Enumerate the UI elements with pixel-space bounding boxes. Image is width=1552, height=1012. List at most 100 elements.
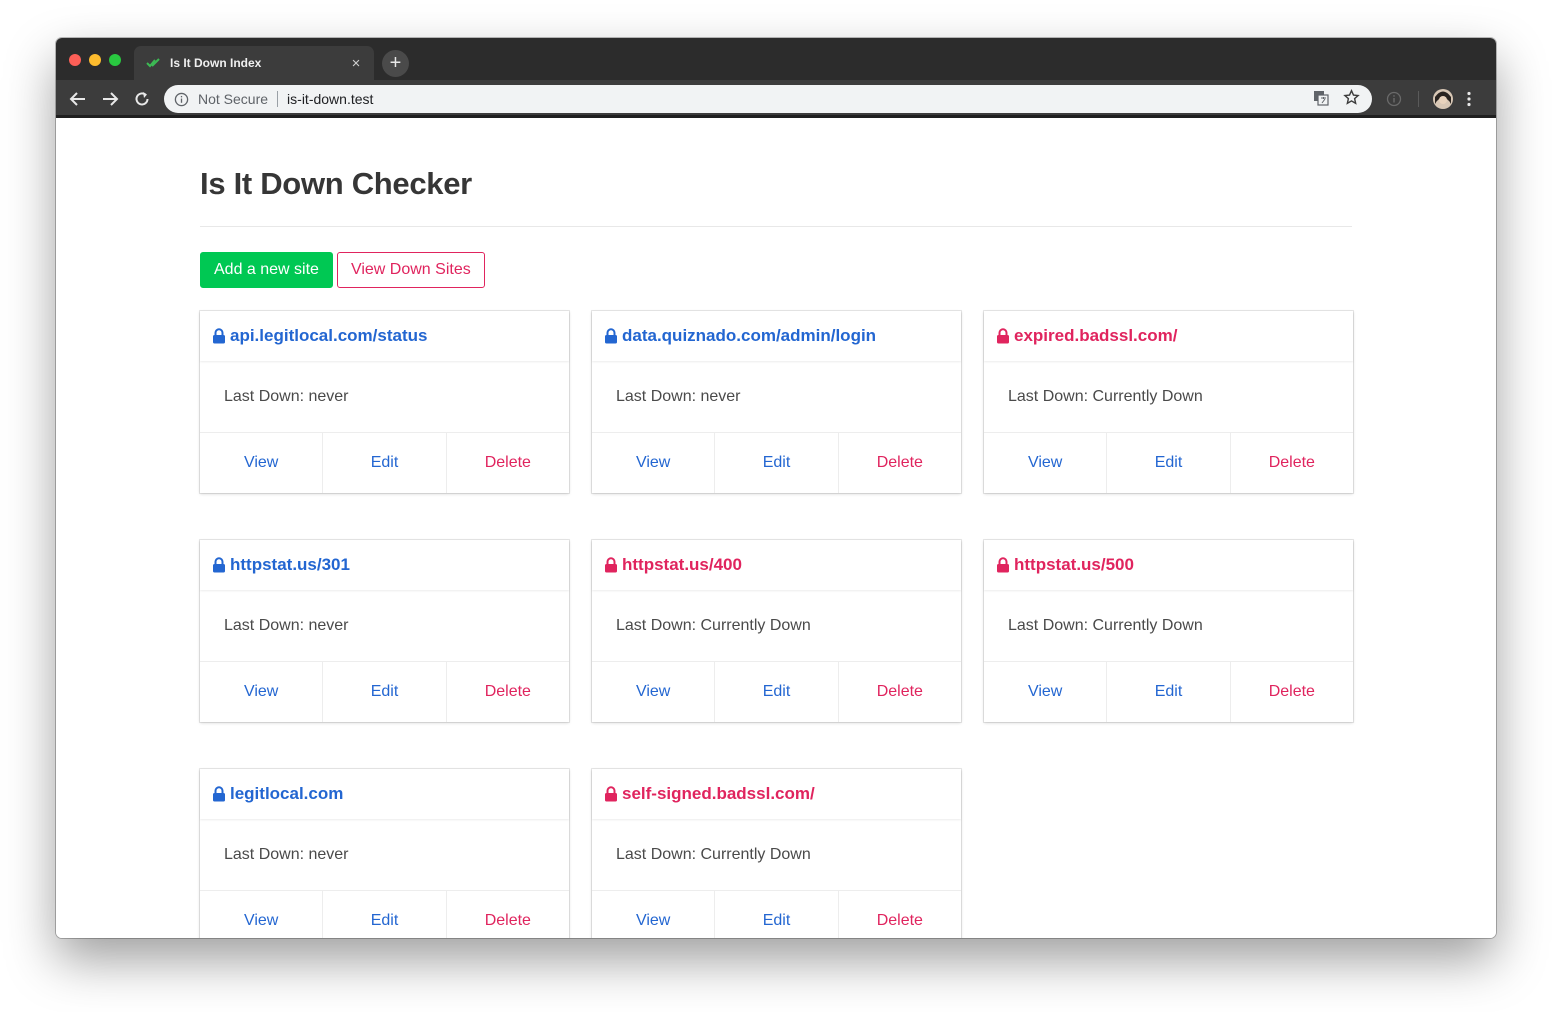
last-down-text: Last Down: Currently Down bbox=[616, 616, 811, 634]
site-url-link[interactable]: data.quiznado.com/admin/login bbox=[622, 326, 876, 346]
security-label: Not Secure bbox=[198, 91, 269, 107]
add-site-button[interactable]: Add a new site bbox=[200, 252, 333, 288]
tab-bar: Is It Down Index × + bbox=[56, 38, 1496, 80]
card-footer: View Edit Delete bbox=[592, 432, 961, 493]
card-body: Last Down: never bbox=[200, 361, 569, 432]
page-title: Is It Down Checker bbox=[200, 166, 472, 201]
lock-icon bbox=[212, 557, 226, 573]
tab-close-icon[interactable]: × bbox=[348, 55, 364, 72]
delete-button[interactable]: Delete bbox=[445, 891, 569, 938]
view-button[interactable]: View bbox=[592, 891, 714, 938]
delete-button[interactable]: Delete bbox=[1229, 433, 1353, 493]
view-button[interactable]: View bbox=[200, 662, 322, 722]
delete-button[interactable]: Delete bbox=[837, 662, 961, 722]
browser-window: Is It Down Index × + Not Secure is-it-do… bbox=[56, 38, 1496, 938]
reload-icon[interactable] bbox=[130, 87, 154, 111]
delete-button[interactable]: Delete bbox=[1229, 662, 1353, 722]
card-header: self-signed.badssl.com/ bbox=[592, 769, 961, 819]
site-url-link[interactable]: legitlocal.com bbox=[230, 784, 343, 804]
card-header: expired.badssl.com/ bbox=[984, 311, 1353, 361]
new-tab-button[interactable]: + bbox=[382, 50, 409, 77]
site-url-link[interactable]: self-signed.badssl.com/ bbox=[622, 784, 815, 804]
card-footer: View Edit Delete bbox=[592, 661, 961, 722]
edit-button[interactable]: Edit bbox=[322, 433, 445, 493]
bookmark-star-icon[interactable] bbox=[1343, 88, 1360, 109]
lock-icon bbox=[996, 557, 1010, 573]
view-button[interactable]: View bbox=[200, 433, 322, 493]
site-card: data.quiznado.com/admin/login Last Down:… bbox=[592, 311, 961, 493]
lock-icon bbox=[212, 786, 226, 802]
edit-button[interactable]: Edit bbox=[1106, 433, 1229, 493]
card-body: Last Down: never bbox=[200, 590, 569, 661]
site-card: expired.badssl.com/ Last Down: Currently… bbox=[984, 311, 1353, 493]
edit-button[interactable]: Edit bbox=[322, 662, 445, 722]
card-footer: View Edit Delete bbox=[200, 661, 569, 722]
card-footer: View Edit Delete bbox=[984, 661, 1353, 722]
menu-dots-icon[interactable] bbox=[1466, 91, 1472, 107]
minimize-window-button[interactable] bbox=[89, 54, 101, 66]
last-down-text: Last Down: never bbox=[224, 845, 349, 863]
edit-button[interactable]: Edit bbox=[714, 433, 837, 493]
edit-button[interactable]: Edit bbox=[1106, 662, 1229, 722]
site-url-link[interactable]: httpstat.us/500 bbox=[1014, 555, 1134, 575]
site-card: api.legitlocal.com/status Last Down: nev… bbox=[200, 311, 569, 493]
edit-button[interactable]: Edit bbox=[714, 891, 837, 938]
site-card: httpstat.us/400 Last Down: Currently Dow… bbox=[592, 540, 961, 722]
card-body: Last Down: Currently Down bbox=[592, 590, 961, 661]
last-down-text: Last Down: Currently Down bbox=[1008, 616, 1203, 634]
delete-button[interactable]: Delete bbox=[837, 433, 961, 493]
card-header: httpstat.us/500 bbox=[984, 540, 1353, 590]
site-url-link[interactable]: expired.badssl.com/ bbox=[1014, 326, 1177, 346]
card-header: api.legitlocal.com/status bbox=[200, 311, 569, 361]
delete-button[interactable]: Delete bbox=[837, 891, 961, 938]
card-body: Last Down: never bbox=[200, 819, 569, 890]
info-icon[interactable] bbox=[174, 91, 190, 107]
card-header: httpstat.us/400 bbox=[592, 540, 961, 590]
address-separator bbox=[277, 91, 279, 107]
view-button[interactable]: View bbox=[984, 662, 1106, 722]
browser-tab[interactable]: Is It Down Index × bbox=[134, 46, 374, 80]
tab-title: Is It Down Index bbox=[170, 56, 262, 70]
lock-icon bbox=[996, 328, 1010, 344]
site-url-link[interactable]: api.legitlocal.com/status bbox=[230, 326, 427, 346]
site-url-link[interactable]: httpstat.us/400 bbox=[622, 555, 742, 575]
site-card: self-signed.badssl.com/ Last Down: Curre… bbox=[592, 769, 961, 938]
delete-button[interactable]: Delete bbox=[445, 662, 569, 722]
lock-icon bbox=[604, 328, 618, 344]
back-arrow-icon[interactable] bbox=[66, 87, 90, 111]
card-footer: View Edit Delete bbox=[200, 432, 569, 493]
card-body: Last Down: Currently Down bbox=[984, 361, 1353, 432]
action-buttons: Add a new site View Down Sites bbox=[200, 252, 485, 288]
url-text[interactable]: is-it-down.test bbox=[287, 91, 1313, 107]
view-button[interactable]: View bbox=[200, 891, 322, 938]
view-button[interactable]: View bbox=[592, 433, 714, 493]
card-body: Last Down: Currently Down bbox=[984, 590, 1353, 661]
forward-arrow-icon[interactable] bbox=[98, 87, 122, 111]
site-card: httpstat.us/301 Last Down: never View Ed… bbox=[200, 540, 569, 722]
edit-button[interactable]: Edit bbox=[714, 662, 837, 722]
card-header: data.quiznado.com/admin/login bbox=[592, 311, 961, 361]
view-down-sites-button[interactable]: View Down Sites bbox=[336, 252, 485, 288]
last-down-text: Last Down: never bbox=[616, 387, 741, 405]
view-button[interactable]: View bbox=[984, 433, 1106, 493]
extension-icon[interactable] bbox=[1386, 91, 1402, 107]
card-body: Last Down: Currently Down bbox=[592, 819, 961, 890]
page-viewport: Is It Down Checker Add a new site View D… bbox=[56, 118, 1496, 938]
avatar[interactable] bbox=[1432, 88, 1454, 110]
last-down-text: Last Down: never bbox=[224, 616, 349, 634]
maximize-window-button[interactable] bbox=[109, 54, 121, 66]
lock-icon bbox=[604, 557, 618, 573]
site-card: legitlocal.com Last Down: never View Edi… bbox=[200, 769, 569, 938]
last-down-text: Last Down: Currently Down bbox=[1008, 387, 1203, 405]
title-divider bbox=[200, 226, 1352, 227]
site-url-link[interactable]: httpstat.us/301 bbox=[230, 555, 350, 575]
edit-button[interactable]: Edit bbox=[322, 891, 445, 938]
view-button[interactable]: View bbox=[592, 662, 714, 722]
address-bar[interactable]: Not Secure is-it-down.test bbox=[164, 85, 1372, 113]
card-body: Last Down: never bbox=[592, 361, 961, 432]
close-window-button[interactable] bbox=[69, 54, 81, 66]
card-footer: View Edit Delete bbox=[200, 890, 569, 938]
translate-icon[interactable] bbox=[1313, 90, 1329, 109]
checkmark-icon bbox=[146, 55, 162, 71]
delete-button[interactable]: Delete bbox=[445, 433, 569, 493]
